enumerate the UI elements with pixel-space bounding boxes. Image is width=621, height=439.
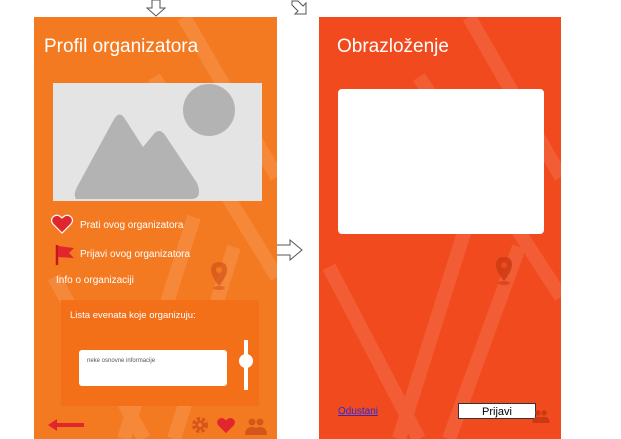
- reason-screen: Obrazloženje Odustani Prijavi: [319, 17, 561, 439]
- event-card-text: neke osnovne informacije: [87, 358, 156, 364]
- reason-textarea[interactable]: [338, 89, 544, 234]
- cancel-link[interactable]: Odustani: [338, 406, 378, 417]
- heart-icon[interactable]: [216, 417, 236, 434]
- map-pin-icon: [211, 262, 227, 290]
- map-pin-icon: [496, 257, 512, 285]
- organizer-profile-screen: Profil organizatora Prati ovog organizat…: [34, 17, 277, 439]
- events-list-title: Lista evenata koje organizuju:: [70, 310, 196, 321]
- page-title: Obrazloženje: [337, 36, 449, 57]
- submit-report-button[interactable]: Prijavi: [458, 403, 536, 419]
- page-title: Profil organizatora: [44, 36, 199, 57]
- follow-organizer-link[interactable]: Prati ovog organizatora: [80, 220, 183, 231]
- report-organizer-link[interactable]: Prijavi ovog organizatora: [80, 249, 190, 260]
- arrow-down-icon: [146, 0, 166, 17]
- organizer-image: [53, 83, 262, 201]
- image-placeholder-icon: [74, 84, 235, 199]
- scrollbar-handle[interactable]: [239, 354, 253, 368]
- gear-icon[interactable]: [191, 416, 209, 434]
- events-list: Lista evenata koje organizuju: neke osno…: [61, 300, 259, 406]
- people-icon[interactable]: [245, 417, 267, 435]
- back-arrow-icon[interactable]: [47, 418, 85, 432]
- event-card[interactable]: neke osnovne informacije: [79, 350, 227, 386]
- arrow-down-right-icon: [291, 0, 307, 15]
- heart-icon[interactable]: [51, 214, 73, 234]
- people-icon: [532, 410, 550, 423]
- flag-icon[interactable]: [54, 244, 76, 266]
- organization-info-link[interactable]: Info o organizaciji: [56, 275, 134, 286]
